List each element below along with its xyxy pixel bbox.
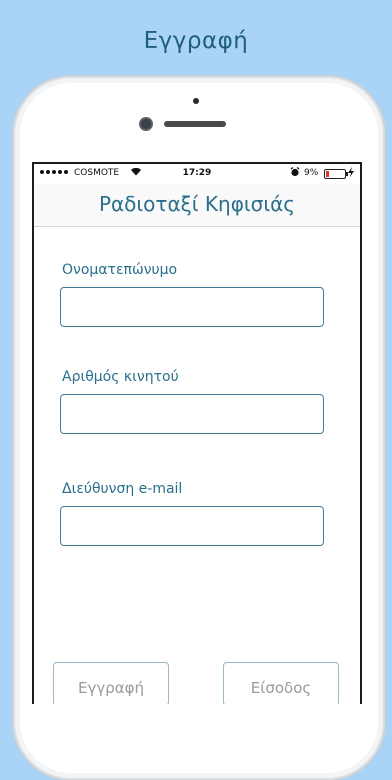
email-label: Διεύθυνση e-mail <box>62 481 183 497</box>
status-bar: COSMOTE 17:29 9% <box>34 164 360 184</box>
mobile-number-input[interactable] <box>60 394 324 434</box>
mobile-number-label: Αριθμός κινητού <box>62 369 179 385</box>
battery-percentage: 9% <box>304 168 319 178</box>
front-camera <box>141 119 151 129</box>
alarm-icon <box>290 167 300 180</box>
promo-title: Εγγραφή <box>143 28 249 54</box>
register-button[interactable]: Εγγραφή <box>53 662 169 704</box>
charging-icon <box>348 167 354 180</box>
email-input[interactable] <box>60 506 324 546</box>
full-name-input[interactable] <box>60 287 324 327</box>
login-button[interactable]: Είσοδος <box>223 662 339 704</box>
full-name-label: Ονοματεπώνυμο <box>62 262 178 278</box>
proximity-sensor <box>193 98 199 104</box>
battery-icon <box>324 169 348 179</box>
navigation-bar: Ραδιοταξί Κηφισιάς <box>34 184 360 227</box>
page-title: Ραδιοταξί Κηφισιάς <box>98 192 296 216</box>
earpiece-speaker <box>164 121 226 127</box>
app-screen: COSMOTE 17:29 9% Ραδιοταξί Κηφισιάς Ονομ… <box>32 162 362 704</box>
